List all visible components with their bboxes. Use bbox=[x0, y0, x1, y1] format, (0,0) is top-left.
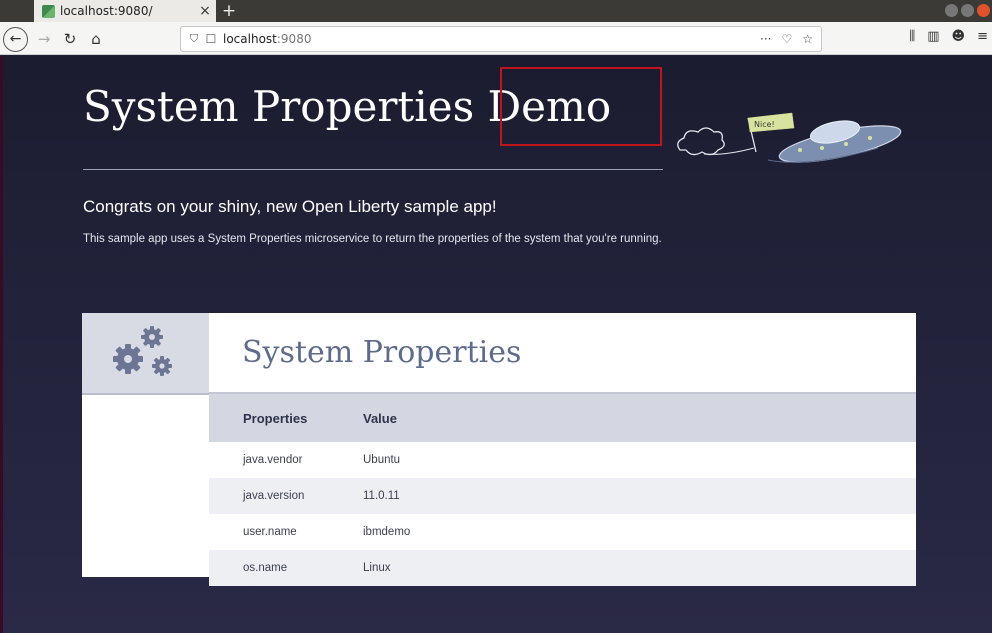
page-icon[interactable]: ☐ bbox=[203, 32, 219, 46]
reload-icon[interactable]: ↻ bbox=[58, 27, 82, 51]
tab-title: localhost:9080/ bbox=[60, 4, 153, 18]
property-value: 11.0.11 bbox=[363, 490, 400, 502]
property-value: ibmdemo bbox=[363, 526, 411, 538]
properties-table: Properties Value java.vendor Ubuntu java… bbox=[209, 394, 916, 586]
toolbar-right: ⫼ ▥ ☻ ≡ bbox=[909, 29, 992, 44]
url-port[interactable]: :9080 bbox=[277, 32, 312, 46]
back-icon[interactable]: ← bbox=[3, 27, 28, 52]
pocket-icon[interactable]: ♡ bbox=[781, 32, 792, 46]
account-icon[interactable]: ☻ bbox=[952, 29, 966, 44]
ufo-illustration: Nice! bbox=[677, 112, 902, 163]
window-controls bbox=[945, 4, 990, 17]
minimize-button[interactable] bbox=[945, 4, 958, 17]
home-icon[interactable]: ⌂ bbox=[84, 27, 108, 51]
property-value: Ubuntu bbox=[363, 454, 401, 466]
card-icon-divider bbox=[82, 393, 209, 395]
table-row: java.vendor Ubuntu bbox=[209, 442, 916, 478]
system-properties-card: System Properties Properties Value java.… bbox=[82, 313, 916, 586]
description: This sample app uses a System Properties… bbox=[83, 233, 662, 245]
page-actions-icon[interactable]: ··· bbox=[760, 32, 771, 46]
left-edge-strip bbox=[0, 56, 3, 633]
column-header-properties: Properties bbox=[243, 410, 308, 426]
gears-icon bbox=[113, 326, 172, 376]
sidebar-icon[interactable]: ▥ bbox=[927, 29, 939, 44]
url-bar[interactable]: ⛉ ☐ localhost:9080 ··· ♡ ☆ bbox=[180, 26, 822, 52]
tab-bar: localhost:9080/ × + bbox=[0, 0, 992, 22]
library-icon[interactable]: ⫼ bbox=[909, 29, 915, 44]
new-tab-button[interactable]: + bbox=[219, 0, 239, 22]
maximize-button[interactable] bbox=[961, 4, 974, 17]
table-row: user.name ibmdemo bbox=[209, 514, 916, 550]
property-name: java.version bbox=[243, 490, 305, 502]
ufo-flag-label: Nice! bbox=[754, 120, 775, 129]
open-liberty-favicon-icon bbox=[42, 4, 55, 18]
subtitle: Congrats on your shiny, new Open Liberty… bbox=[83, 197, 497, 216]
forward-icon[interactable]: → bbox=[32, 27, 56, 51]
tab-close-button[interactable]: × bbox=[194, 3, 216, 19]
title-divider bbox=[83, 169, 663, 170]
table-header: Properties Value bbox=[209, 394, 916, 442]
bookmark-star-icon[interactable]: ☆ bbox=[802, 32, 813, 46]
property-name: java.vendor bbox=[243, 454, 303, 466]
tab-localhost[interactable]: localhost:9080/ × bbox=[34, 0, 216, 22]
table-row: java.version 11.0.11 bbox=[209, 478, 916, 514]
url-actions: ··· ♡ ☆ bbox=[760, 32, 813, 46]
navigation-toolbar: ← → ↻ ⌂ ⛉ ☐ localhost:9080 ··· ♡ ☆ ⫼ ▥ ☻… bbox=[0, 22, 992, 55]
window-close-button[interactable] bbox=[977, 4, 990, 17]
property-value: Linux bbox=[363, 562, 391, 574]
card-icon-box bbox=[82, 313, 209, 393]
card-title: System Properties bbox=[242, 335, 522, 370]
property-name: os.name bbox=[243, 562, 288, 574]
property-name: user.name bbox=[243, 526, 297, 538]
url-host[interactable]: localhost bbox=[223, 32, 277, 46]
table-row: os.name Linux bbox=[209, 550, 916, 586]
highlight-box bbox=[500, 67, 662, 146]
column-header-value: Value bbox=[363, 410, 397, 426]
shield-icon[interactable]: ⛉ bbox=[185, 32, 203, 46]
menu-icon[interactable]: ≡ bbox=[977, 29, 988, 44]
